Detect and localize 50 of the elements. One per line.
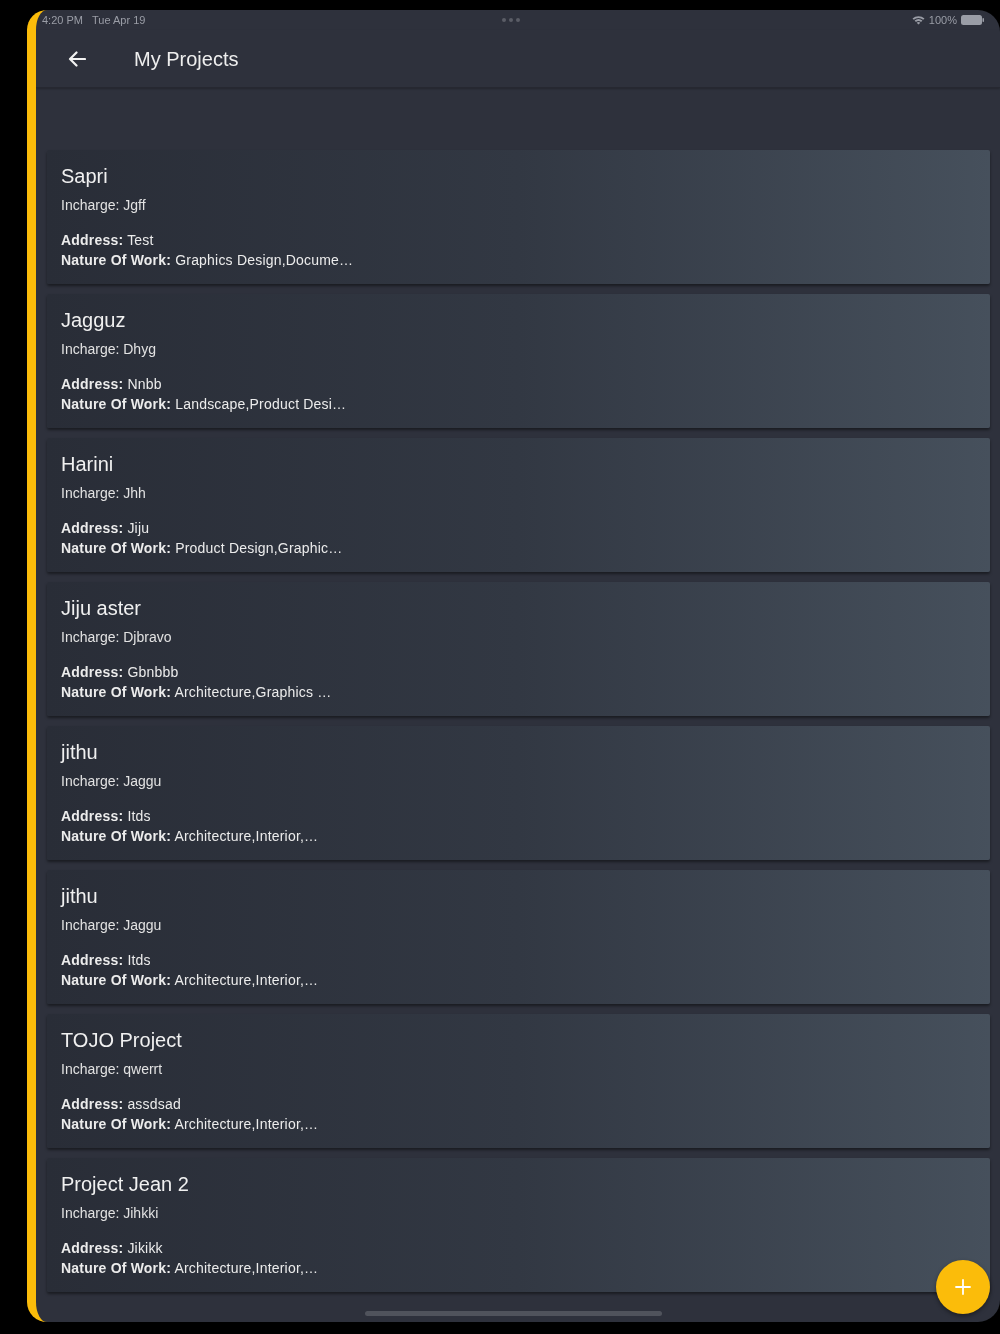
more-dots-icon	[502, 18, 520, 22]
battery-percent: 100%	[928, 14, 957, 26]
incharge-text: Incharge: Jhh	[61, 484, 146, 502]
project-name: jithu	[61, 740, 98, 765]
address-text: Address: Jiju	[61, 519, 150, 538]
plus-icon	[955, 1279, 971, 1295]
nature-of-work-text: Nature Of Work: Product Design,Graphic…	[61, 539, 343, 558]
address-text: Address: Itds	[61, 807, 151, 826]
incharge-text: Incharge: Jaggu	[61, 916, 162, 934]
address-text: Address: Gbnbbb	[61, 663, 179, 682]
project-card[interactable]: Harini Incharge: Jhh Address: Jiju Nature Of Work: Product Design,Graphic…	[47, 438, 990, 572]
project-card[interactable]: Jagguz Incharge: Dhyg Address: Nnbb Nature Of Work: Landscape,Product Desi…	[47, 294, 990, 428]
battery-icon	[961, 15, 984, 25]
project-name: Harini	[61, 452, 114, 477]
project-card[interactable]: TOJO Project Incharge: qwerrt Address: assdsad Nature Of Work: Architecture,Interior,…	[47, 1014, 990, 1148]
project-card[interactable]: Sapri Incharge: Jgff Address: Test Nature Of Work: Graphics Design,Docume…	[47, 150, 990, 284]
address-text: Address: Jikikk	[61, 1239, 163, 1258]
address-text: Address: Itds	[61, 951, 151, 970]
nature-of-work-text: Nature Of Work: Architecture,Interior,…	[61, 971, 319, 990]
page-title: My Projects	[134, 46, 239, 72]
status-time: 4:20 PM	[42, 14, 83, 26]
address-text: Address: Nnbb	[61, 375, 162, 394]
address-text: Address: Test	[61, 231, 154, 250]
nature-of-work-text: Nature Of Work: Landscape,Product Desi…	[61, 395, 347, 414]
back-arrow-icon	[68, 50, 86, 67]
project-name: jithu	[61, 884, 98, 909]
project-card[interactable]: jithu Incharge: Jaggu Address: Itds Nature Of Work: Architecture,Interior,…	[47, 726, 990, 860]
incharge-text: Incharge: Jaggu	[61, 772, 162, 790]
nature-of-work-text: Nature Of Work: Architecture,Graphics …	[61, 683, 332, 702]
wifi-icon	[911, 15, 925, 25]
status-date: Tue Apr 19	[91, 14, 146, 26]
address-text: Address: assdsad	[61, 1095, 181, 1114]
incharge-text: Incharge: Jgff	[61, 196, 146, 214]
incharge-text: Incharge: Dhyg	[61, 340, 156, 358]
nature-of-work-text: Nature Of Work: Architecture,Interior,…	[61, 827, 319, 846]
nature-of-work-text: Nature Of Work: Graphics Design,Docume…	[61, 251, 354, 270]
incharge-text: Incharge: Jihkki	[61, 1204, 159, 1222]
project-name: TOJO Project	[61, 1028, 182, 1053]
project-card[interactable]: Jiju aster Incharge: Djbravo Address: Gbnbbb Nature Of Work: Architecture,Graphics …	[47, 582, 990, 716]
nature-of-work-text: Nature Of Work: Architecture,Interior,…	[61, 1115, 319, 1134]
project-name: Project Jean 2	[61, 1172, 189, 1197]
project-card[interactable]: Project Jean 2 Incharge: Jihkki Address: Jikikk Nature Of Work: Architecture,Interior,…	[47, 1158, 990, 1292]
add-button[interactable]	[936, 1260, 990, 1314]
project-card[interactable]: jithu Incharge: Jaggu Address: Itds Nature Of Work: Architecture,Interior,…	[47, 870, 990, 1004]
nature-of-work-text: Nature Of Work: Architecture,Interior,…	[61, 1259, 319, 1278]
incharge-text: Incharge: qwerrt	[61, 1060, 163, 1078]
project-name: Sapri	[61, 164, 108, 189]
incharge-text: Incharge: Djbravo	[61, 628, 172, 646]
project-name: Jiju aster	[61, 596, 142, 621]
project-name: Jagguz	[61, 308, 126, 333]
